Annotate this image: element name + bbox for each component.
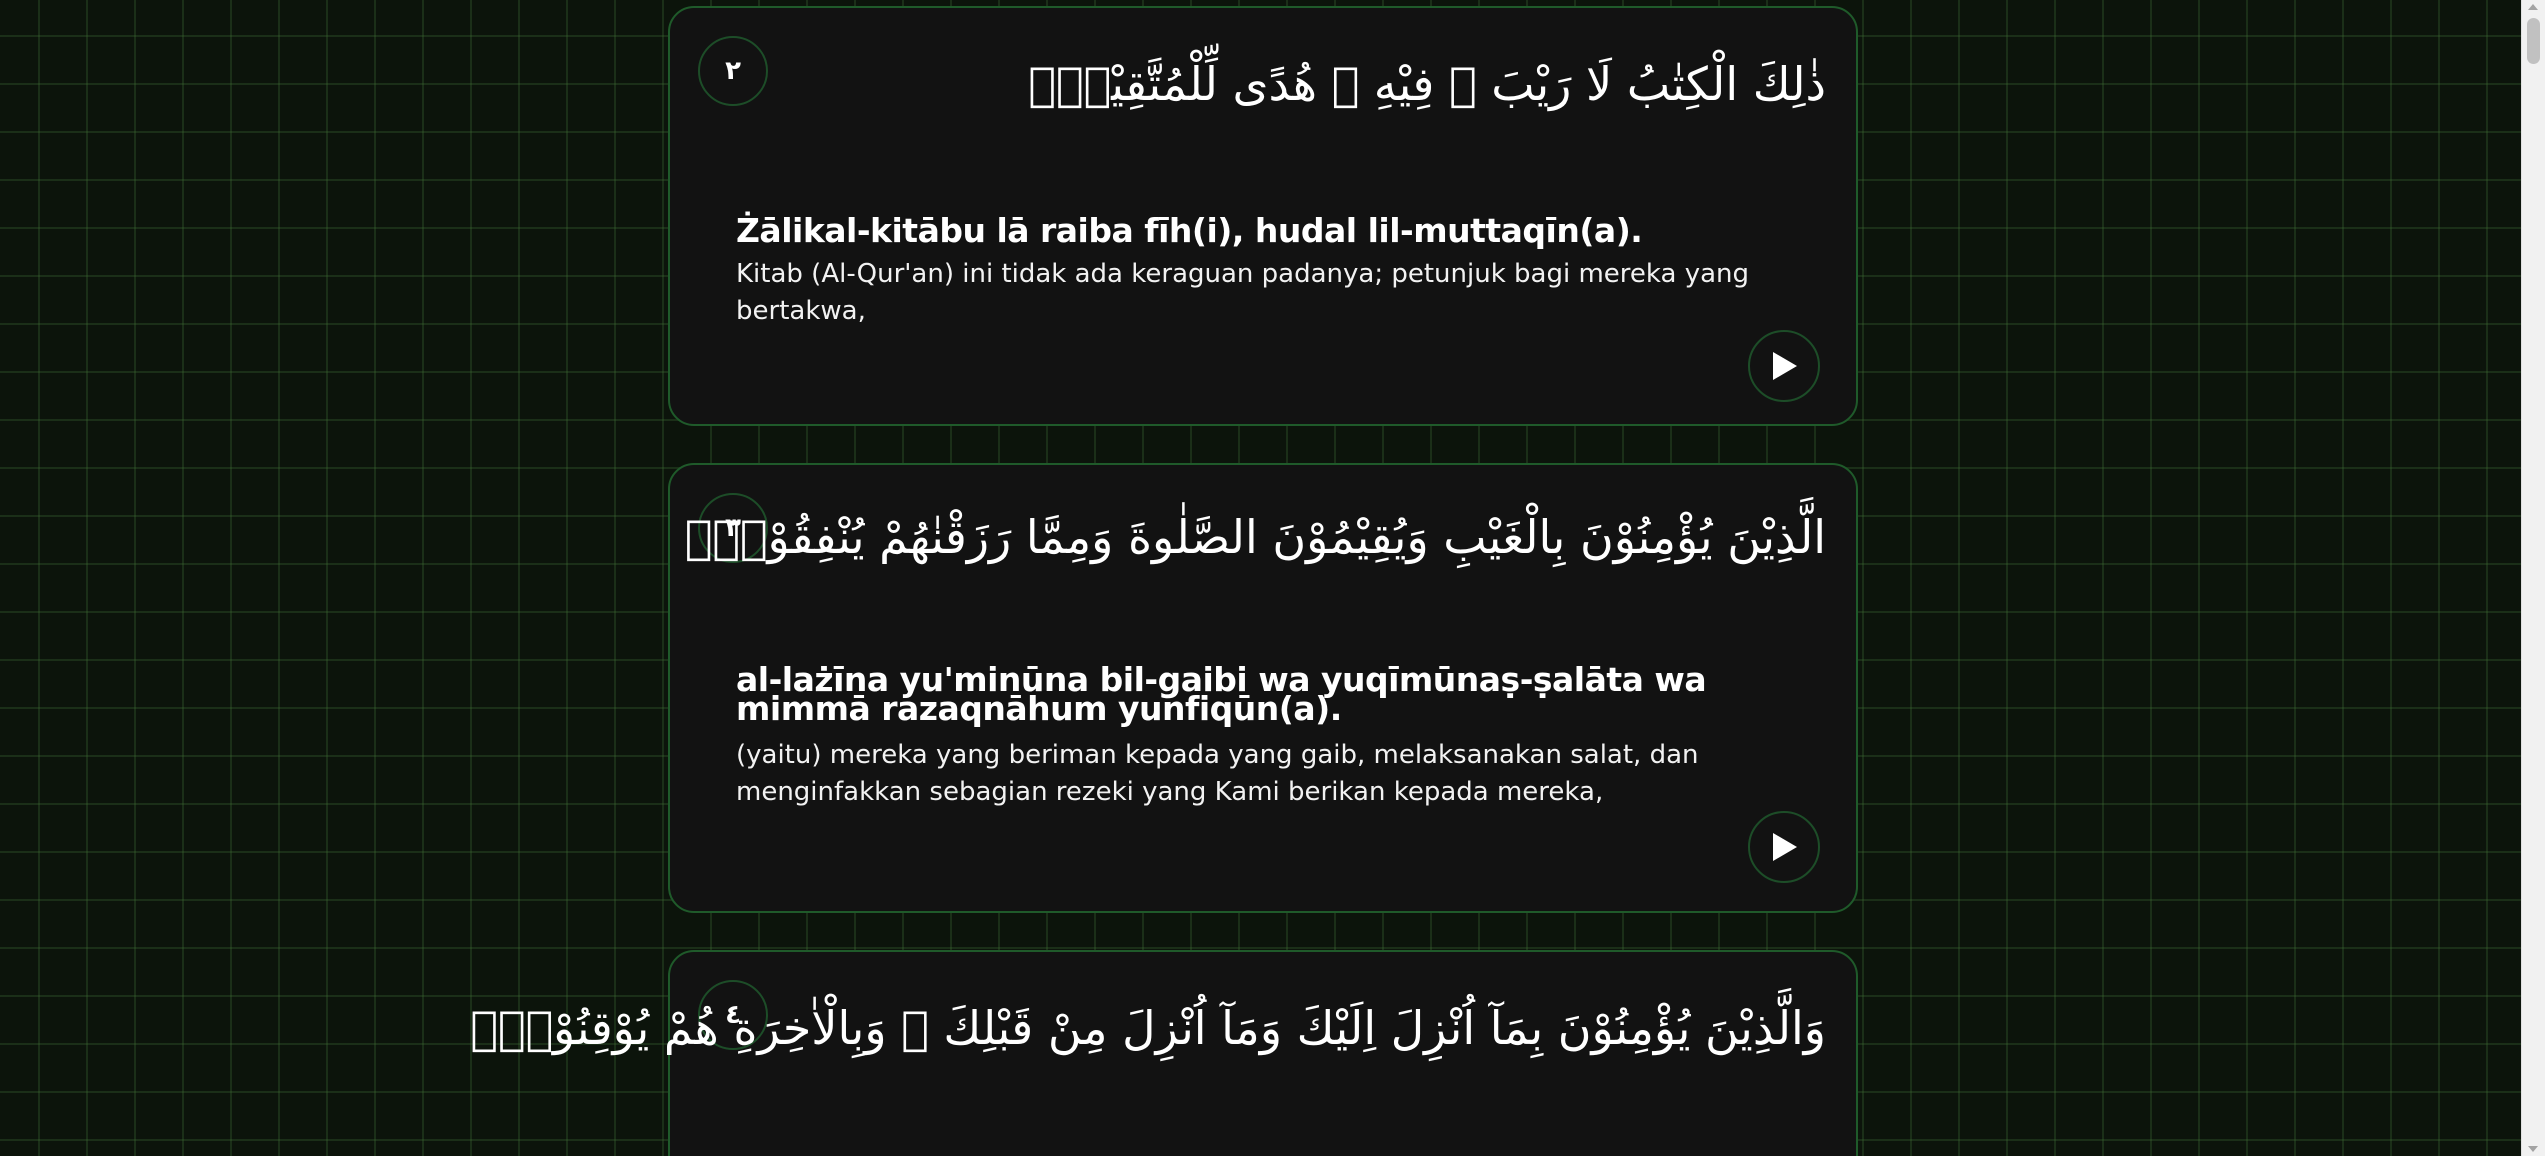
verse-translation: (yaitu) mereka yang beriman kepada yang … <box>736 740 1699 807</box>
scroll-up-arrow-icon[interactable] <box>2528 4 2538 10</box>
play-button[interactable] <box>1748 330 1820 402</box>
verse-card: ٤ وَالَّذِيْنَ يُؤْمِنُوْنَ بِمَآ اُنْزِ… <box>470 950 1858 1156</box>
arabic-text: وَالَّذِيْنَ يُؤْمِنُوْنَ بِمَآ اُنْزِلَ… <box>470 1001 1826 1055</box>
play-icon <box>1769 350 1799 382</box>
play-button[interactable] <box>1748 811 1820 883</box>
verse-card: ٢ ذٰلِكَ الْكِتٰبُ لَا رَيْبَ ۛ فِيْهِ ۛ… <box>668 6 1858 426</box>
arabic-text: ذٰلِكَ الْكِتٰبُ لَا رَيْبَ ۛ فِيْهِ ۛ ه… <box>1028 57 1826 111</box>
vertical-scrollbar[interactable] <box>2521 0 2545 1156</box>
play-icon <box>1769 831 1799 863</box>
verse-card: ٣ الَّذِيْنَ يُؤْمِنُوْنَ بِالْغَيْبِ وَ… <box>668 463 1858 913</box>
latin-transliteration: al-lażīna yu'minūna bil-gaibi wa yuqīmūn… <box>736 660 1707 728</box>
verse-translation: Kitab (Al-Qur'an) ini tidak ada keraguan… <box>736 259 1749 326</box>
verse-number-badge: ٢ <box>698 36 768 106</box>
scroll-down-arrow-icon[interactable] <box>2528 1146 2538 1152</box>
scrollbar-thumb[interactable] <box>2527 18 2540 64</box>
latin-transliteration: Żālikal-kitābu lā raiba fīh(i), hudal li… <box>736 211 1643 250</box>
arabic-text: الَّذِيْنَ يُؤْمِنُوْنَ بِالْغَيْبِ وَيُ… <box>684 510 1826 564</box>
